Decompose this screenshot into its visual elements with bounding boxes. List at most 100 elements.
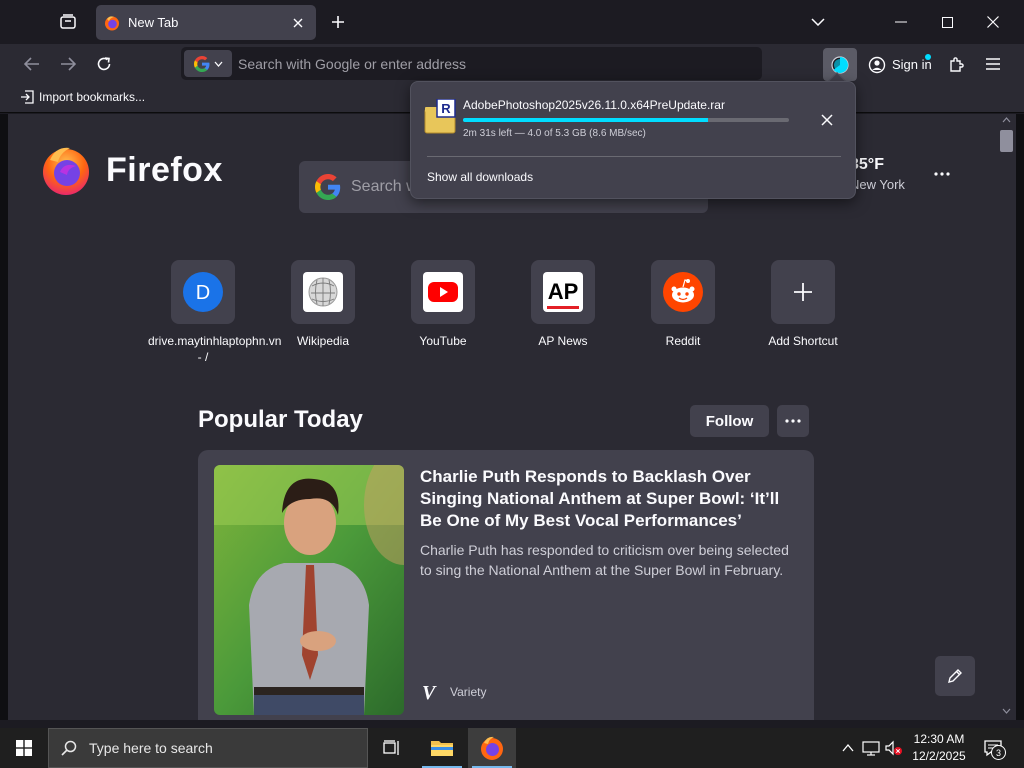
firefox-taskbar-button[interactable]	[468, 728, 516, 768]
weather-location: New York	[850, 177, 905, 192]
reload-icon	[97, 57, 111, 71]
hamburger-menu-icon	[986, 58, 1000, 70]
reload-button[interactable]	[89, 49, 119, 79]
taskbar-search-box[interactable]: Type here to search	[48, 728, 368, 768]
cancel-download-button[interactable]	[815, 108, 839, 132]
shortcut-ap-news[interactable]: AP AP News	[508, 260, 618, 349]
windows-taskbar: Type here to search 12:30 AM 12/2/2025 3	[0, 728, 1024, 768]
search-engine-selector[interactable]	[184, 50, 232, 77]
download-status: 2m 31s left — 4.0 of 5.3 GB (8.6 MB/sec)	[463, 128, 646, 139]
show-hidden-icons-button[interactable]	[838, 738, 858, 758]
import-bookmarks-button[interactable]: Import bookmarks...	[20, 90, 145, 104]
shortcut-wikipedia[interactable]: Wikipedia	[268, 260, 378, 349]
download-progress-icon	[831, 55, 849, 74]
close-tab-icon[interactable]	[290, 15, 306, 31]
weather-more-button[interactable]	[932, 166, 952, 182]
shortcut-add[interactable]: Add Shortcut	[748, 260, 858, 349]
shortcut-drive[interactable]: D drive.maytinhlaptophn.vn - /	[148, 260, 281, 365]
file-explorer-taskbar-button[interactable]	[418, 728, 466, 768]
minimize-button[interactable]	[878, 0, 924, 44]
new-tab-button[interactable]	[326, 10, 350, 34]
page-scrollbar[interactable]	[997, 114, 1016, 720]
chevron-down-icon	[811, 18, 825, 26]
ap-news-icon: AP	[543, 272, 583, 312]
shortcut-tile	[411, 260, 475, 324]
scroll-thumb[interactable]	[1000, 130, 1013, 152]
account-icon	[868, 56, 886, 73]
action-center-button[interactable]: 3	[978, 734, 1008, 762]
ap-letters: AP	[548, 279, 579, 304]
youtube-icon	[423, 272, 463, 312]
reddit-icon	[663, 272, 703, 312]
shortcut-tile	[651, 260, 715, 324]
google-icon	[315, 174, 341, 200]
task-view-button[interactable]	[368, 728, 416, 768]
follow-button[interactable]: Follow	[690, 405, 769, 437]
tab-list-icon	[60, 14, 76, 29]
import-icon	[21, 90, 34, 104]
customize-button[interactable]	[935, 656, 975, 696]
clock-time: 12:30 AM	[913, 732, 965, 746]
maximize-button[interactable]	[924, 0, 970, 44]
shortcut-label: AP News	[538, 334, 588, 348]
shortcut-youtube[interactable]: YouTube	[388, 260, 498, 349]
address-bar[interactable]: Search with Google or enter address	[181, 47, 762, 80]
newtab-search-placeholder: Search w	[351, 178, 418, 195]
story-headline[interactable]: Charlie Puth Responds to Backlash Over S…	[420, 466, 800, 532]
extensions-button[interactable]	[942, 49, 972, 79]
story-image	[214, 465, 404, 715]
downloads-divider	[427, 156, 841, 157]
downloads-panel: R AdobePhotoshop2025v26.11.0.x64PreUpdat…	[410, 81, 856, 199]
more-horizontal-icon	[785, 419, 801, 423]
maximize-icon	[941, 16, 953, 28]
google-icon	[193, 55, 209, 72]
shortcut-tile: AP	[531, 260, 595, 324]
list-all-tabs-button[interactable]	[52, 6, 84, 38]
close-window-button[interactable]	[970, 0, 1016, 44]
shortcut-label: Wikipedia	[296, 334, 350, 348]
navigation-toolbar: Search with Google or enter address Sign…	[0, 44, 1024, 85]
popular-more-button[interactable]	[777, 405, 809, 437]
folder-icon	[431, 741, 453, 756]
back-button[interactable]	[17, 49, 47, 79]
sign-in-button[interactable]: Sign in	[860, 48, 936, 81]
puzzle-icon	[950, 57, 964, 72]
drive-letter-icon: D	[183, 272, 223, 312]
variety-logo-icon: V	[422, 682, 437, 702]
story-card[interactable]: Charlie Puth Responds to Backlash Over S…	[198, 450, 814, 720]
forward-button[interactable]	[53, 49, 83, 79]
more-horizontal-icon	[934, 172, 950, 176]
chevron-down-icon	[214, 61, 222, 67]
variety-logo-letter: V	[422, 682, 437, 702]
scroll-up-icon[interactable]	[1002, 117, 1011, 123]
firefox-wordmark: Firefox	[106, 150, 223, 189]
plus-icon	[794, 283, 812, 301]
start-button[interactable]	[0, 728, 48, 768]
shortcut-reddit[interactable]: Reddit	[628, 260, 738, 349]
windows-logo-icon	[16, 740, 32, 756]
shortcut-tile	[771, 260, 835, 324]
shortcut-label: Reddit	[665, 334, 701, 348]
wikipedia-icon	[303, 272, 343, 312]
network-tray-icon[interactable]	[861, 738, 881, 758]
tab-title: New Tab	[128, 15, 179, 30]
story-source-name: Variety	[450, 685, 487, 699]
network-icon	[862, 741, 880, 756]
firefox-icon	[481, 736, 503, 760]
plus-icon	[332, 16, 344, 28]
close-icon	[821, 114, 833, 126]
volume-muted-icon	[885, 740, 902, 756]
tab-overflow-button[interactable]	[795, 0, 841, 44]
tab-new-tab[interactable]: New Tab	[96, 5, 316, 40]
search-icon	[61, 740, 77, 756]
sign-in-badge	[925, 54, 931, 60]
show-all-downloads-button[interactable]: Show all downloads	[427, 170, 533, 184]
weather-widget[interactable]: 35°F New York	[850, 156, 905, 192]
scroll-down-icon[interactable]	[1002, 708, 1011, 714]
volume-tray-icon[interactable]	[884, 738, 904, 758]
story-photo	[214, 465, 404, 715]
system-clock[interactable]: 12:30 AM 12/2/2025	[904, 731, 974, 765]
app-menu-button[interactable]	[978, 49, 1008, 79]
rar-badge-letter: R	[441, 101, 451, 116]
download-file-name[interactable]: AdobePhotoshop2025v26.11.0.x64PreUpdate.…	[463, 98, 725, 112]
